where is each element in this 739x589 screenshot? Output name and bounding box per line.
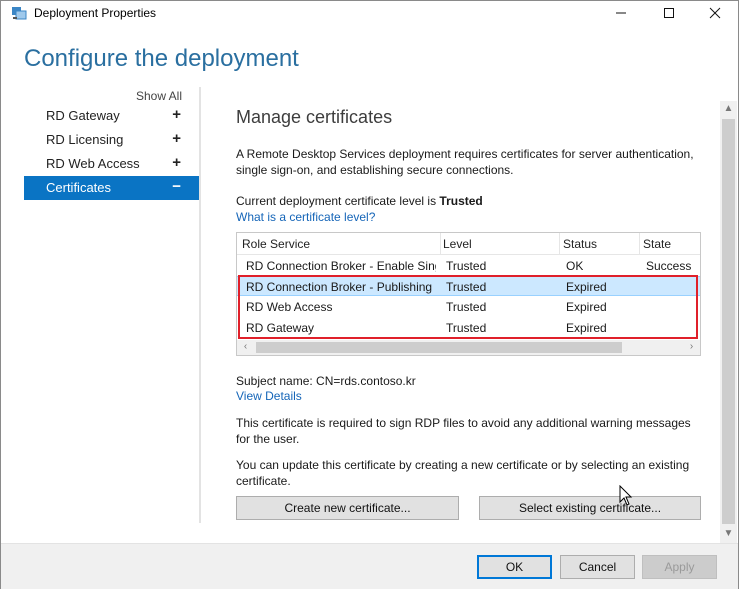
- cell-role: RD Connection Broker - Enable Sing: [246, 259, 436, 273]
- certificate-level-link[interactable]: What is a certificate level?: [236, 210, 375, 224]
- table-row[interactable]: RD Gateway Trusted Expired: [237, 318, 700, 338]
- close-icon: [709, 7, 721, 19]
- scroll-up-icon[interactable]: ▲: [720, 101, 737, 118]
- cell-status: Expired: [566, 280, 607, 294]
- table-header: Role Service Level Status State: [237, 233, 700, 255]
- window-title: Deployment Properties: [34, 6, 157, 20]
- expand-icon: +: [172, 130, 181, 147]
- nav-item-rd-gateway[interactable]: RD Gateway +: [24, 104, 199, 128]
- column-separator[interactable]: [639, 233, 640, 255]
- horizontal-scroll-thumb[interactable]: [256, 342, 622, 353]
- column-header-role-service[interactable]: Role Service: [242, 237, 310, 251]
- column-separator[interactable]: [440, 233, 441, 255]
- maximize-button[interactable]: [646, 1, 692, 25]
- cell-status: Expired: [566, 321, 607, 335]
- server-manager-icon: [12, 7, 27, 20]
- select-certificate-button[interactable]: Select existing certificate...: [479, 496, 701, 520]
- expand-icon: +: [172, 154, 181, 171]
- scroll-down-icon[interactable]: ▼: [720, 526, 737, 543]
- cell-status: Expired: [566, 300, 607, 314]
- scroll-right-icon[interactable]: ›: [683, 340, 700, 355]
- section-description: A Remote Desktop Services deployment req…: [236, 147, 694, 177]
- nav-item-label: Certificates: [46, 180, 112, 195]
- level-value: Trusted: [439, 194, 483, 208]
- table-row-selected[interactable]: RD Connection Broker - Publishing Truste…: [237, 276, 700, 296]
- update-info-text: You can update this certificate by creat…: [236, 458, 690, 488]
- minimize-button[interactable]: [598, 1, 644, 25]
- cell-state: Success: [646, 259, 692, 273]
- column-separator[interactable]: [559, 233, 560, 255]
- expand-icon: +: [172, 106, 181, 123]
- view-details-link[interactable]: View Details: [236, 389, 302, 403]
- certificates-panel: Manage certificates A Remote Desktop Ser…: [201, 87, 721, 543]
- ok-button[interactable]: OK: [477, 555, 552, 579]
- minimize-icon: [616, 12, 626, 14]
- cell-role: RD Web Access: [246, 300, 333, 314]
- cell-status: OK: [566, 259, 584, 273]
- level-prefix: Current deployment certificate level is: [236, 194, 440, 208]
- certificate-level-text: Current deployment certificate level is …: [236, 194, 483, 208]
- nav-item-label: RD Licensing: [46, 132, 124, 147]
- page-heading: Configure the deployment: [24, 45, 299, 72]
- create-certificate-button[interactable]: Create new certificate...: [236, 496, 459, 520]
- cancel-button[interactable]: Cancel: [560, 555, 635, 579]
- cell-level: Trusted: [446, 321, 487, 335]
- cell-level: Trusted: [446, 300, 487, 314]
- table-row[interactable]: RD Connection Broker - Enable Sing Trust…: [237, 256, 700, 276]
- column-header-state[interactable]: State: [643, 237, 671, 251]
- cell-role: RD Connection Broker - Publishing: [246, 280, 433, 294]
- subject-name: Subject name: CN=rds.contoso.kr: [236, 374, 416, 388]
- mouse-cursor-icon: [619, 485, 633, 506]
- vertical-scroll-thumb[interactable]: [722, 119, 735, 524]
- close-button[interactable]: [692, 1, 738, 25]
- scroll-left-icon[interactable]: ‹: [237, 340, 254, 355]
- section-title: Manage certificates: [236, 107, 393, 127]
- cell-role: RD Gateway: [246, 321, 315, 335]
- deployment-properties-window: Deployment Properties Configure the depl…: [0, 0, 739, 589]
- title-bar[interactable]: Deployment Properties: [1, 1, 738, 25]
- collapse-icon: −: [172, 178, 181, 195]
- table-row[interactable]: RD Web Access Trusted Expired: [237, 297, 700, 317]
- column-header-status[interactable]: Status: [563, 237, 597, 251]
- maximize-icon: [664, 8, 674, 18]
- cell-level: Trusted: [446, 259, 487, 273]
- horizontal-scrollbar[interactable]: ‹ ›: [237, 340, 700, 355]
- nav-item-rd-web-access[interactable]: RD Web Access +: [24, 152, 199, 176]
- nav-item-label: RD Web Access: [46, 156, 140, 171]
- certificate-table[interactable]: Role Service Level Status State RD Conne…: [236, 232, 701, 356]
- dialog-footer: OK Cancel Apply: [1, 543, 738, 589]
- settings-nav: Show All RD Gateway + RD Licensing + RD …: [23, 87, 199, 523]
- apply-button[interactable]: Apply: [642, 555, 717, 579]
- certificate-info-text: This certificate is required to sign RDP…: [236, 416, 691, 446]
- nav-item-label: RD Gateway: [46, 108, 120, 123]
- column-header-level[interactable]: Level: [443, 237, 472, 251]
- nav-item-rd-licensing[interactable]: RD Licensing +: [24, 128, 199, 152]
- vertical-scrollbar[interactable]: ▲ ▼: [720, 101, 737, 543]
- show-all-link[interactable]: Show All: [136, 89, 182, 103]
- cell-level: Trusted: [446, 280, 487, 294]
- nav-item-certificates[interactable]: Certificates −: [24, 176, 199, 200]
